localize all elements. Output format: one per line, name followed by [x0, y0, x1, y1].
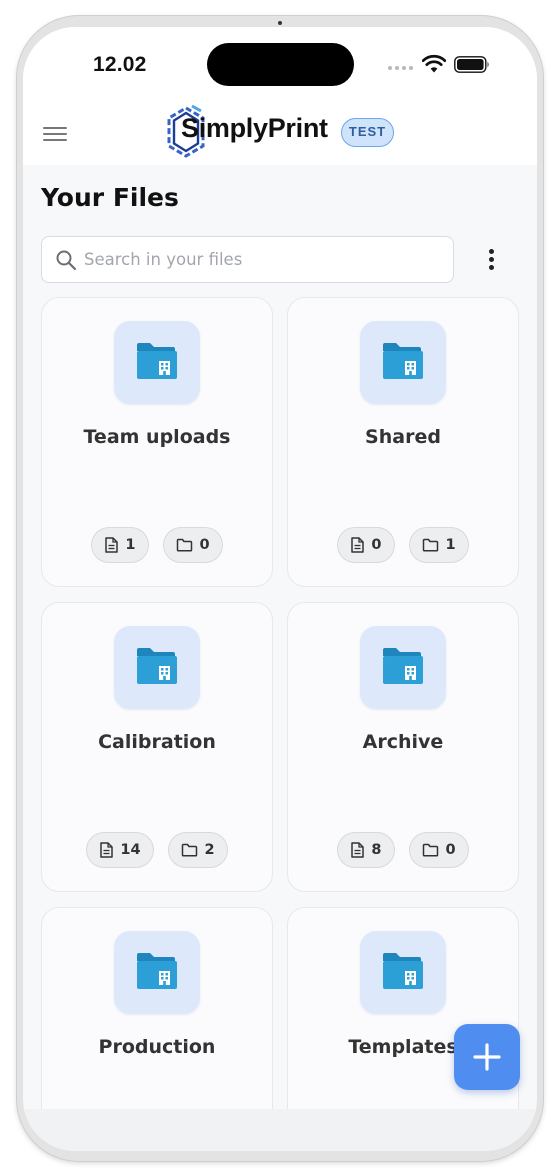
subfolder-count: 2 — [204, 842, 215, 858]
file-icon — [351, 537, 365, 553]
file-count-badge: 14 — [86, 832, 154, 868]
file-count: 14 — [120, 842, 141, 858]
folder-card[interactable]: Archive 8 0 — [287, 602, 519, 892]
env-badge: TEST — [341, 118, 394, 147]
folder-grid: Team uploads 1 0 Shared 0 1 Calibration … — [41, 297, 519, 1109]
file-count: 0 — [371, 537, 382, 553]
folder-stats: 14 2 — [42, 832, 272, 868]
hamburger-menu-icon — [43, 127, 67, 129]
subfolder-count: 0 — [199, 537, 210, 553]
folder-icon — [422, 843, 438, 857]
folder-stats: 0 1 — [288, 527, 518, 563]
folder-stats: 1 0 — [42, 527, 272, 563]
folder-name: Archive — [362, 731, 444, 753]
folder-card[interactable]: Shared 0 1 — [287, 297, 519, 587]
wifi-icon — [422, 54, 446, 73]
battery-icon — [454, 56, 489, 73]
subfolder-count-badge: 1 — [408, 527, 469, 563]
folder-name: Shared — [365, 426, 441, 448]
file-count-badge: 1 — [91, 527, 149, 563]
file-count-badge: 8 — [337, 832, 395, 868]
subfolder-count-badge: 2 — [167, 832, 228, 868]
file-icon — [105, 537, 119, 553]
app-screen: 12.02 SimplyPrint TEST Your Files Search… — [23, 27, 537, 1151]
folder-card[interactable]: Team uploads 1 0 — [41, 297, 273, 587]
subfolder-count: 0 — [445, 842, 456, 858]
folder-building-icon — [360, 626, 446, 709]
cellular-signal-icon — [388, 66, 413, 70]
menu-button[interactable] — [43, 123, 67, 145]
file-icon — [351, 842, 365, 858]
file-count: 1 — [125, 537, 136, 553]
status-bar: 12.02 — [23, 27, 537, 109]
folder-building-icon — [114, 321, 200, 404]
camera-dot — [278, 21, 282, 25]
folder-building-icon — [114, 626, 200, 709]
subfolder-count-badge: 0 — [162, 527, 223, 563]
subfolder-count: 1 — [445, 537, 456, 553]
bottom-safe-area — [23, 1109, 537, 1151]
app-name: SimplyPrint — [181, 113, 328, 143]
dynamic-island — [207, 43, 354, 86]
plus-icon — [473, 1043, 501, 1071]
subfolder-count-badge: 0 — [408, 832, 469, 868]
folder-building-icon — [114, 931, 200, 1014]
more-options-button[interactable] — [480, 249, 502, 271]
folder-icon — [422, 538, 438, 552]
folder-card[interactable]: Production — [41, 907, 273, 1109]
folder-stats: 8 0 — [288, 832, 518, 868]
status-time: 12.02 — [93, 53, 147, 76]
add-button[interactable] — [454, 1024, 520, 1090]
file-count-badge: 0 — [337, 527, 395, 563]
folder-icon — [176, 538, 192, 552]
file-count: 8 — [371, 842, 382, 858]
page-title: Your Files — [41, 183, 179, 212]
file-icon — [100, 842, 114, 858]
folder-icon — [181, 843, 197, 857]
vertical-dots-icon — [488, 249, 494, 254]
folder-name: Calibration — [98, 731, 216, 753]
folder-name: Team uploads — [83, 426, 231, 448]
folder-card[interactable]: Calibration 14 2 — [41, 602, 273, 892]
folder-name: Production — [98, 1036, 216, 1058]
search-box — [41, 236, 454, 283]
search-input[interactable] — [84, 238, 444, 281]
folder-building-icon — [360, 321, 446, 404]
search-icon — [56, 250, 77, 271]
app-header: SimplyPrint TEST — [23, 104, 537, 165]
folder-building-icon — [360, 931, 446, 1014]
